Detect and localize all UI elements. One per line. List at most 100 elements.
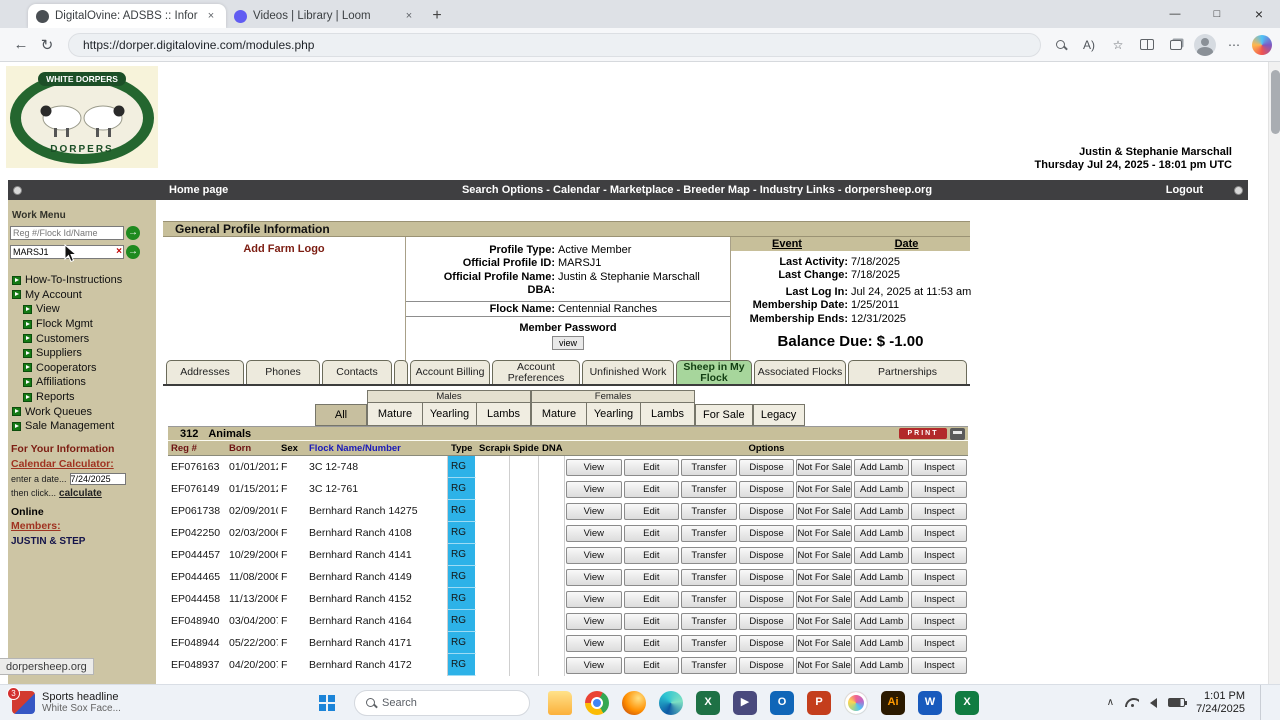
- battery-icon[interactable]: [1168, 698, 1188, 707]
- animal-option-button[interactable]: Add Lamb: [853, 656, 910, 674]
- profile-tab[interactable]: Partnerships: [848, 360, 967, 384]
- tab-close-icon[interactable]: ×: [204, 10, 218, 22]
- animal-option-button[interactable]: Inspect: [911, 612, 968, 630]
- printer-icon[interactable]: [950, 427, 965, 440]
- split-screen-icon[interactable]: [1136, 34, 1158, 56]
- animal-option-button[interactable]: Transfer: [681, 546, 737, 564]
- profile-tab[interactable]: Contacts: [322, 360, 392, 384]
- profile-tab[interactable]: Unfinished Work: [582, 360, 674, 384]
- animal-option-button[interactable]: Dispose: [738, 612, 795, 630]
- sidebar-menu-item[interactable]: View: [8, 302, 156, 317]
- animal-option-button[interactable]: Inspect: [911, 546, 968, 564]
- animal-option-button[interactable]: Inspect: [911, 458, 968, 476]
- animal-option-button[interactable]: Add Lamb: [853, 524, 910, 542]
- animal-option-button[interactable]: Edit: [623, 502, 680, 520]
- animal-option-button[interactable]: Edit: [623, 458, 680, 476]
- nav-link[interactable]: Calendar: [543, 184, 600, 196]
- animal-option-button[interactable]: Add Lamb: [853, 502, 910, 520]
- news-widget[interactable]: 3 Sports headline White Sox Face...: [0, 687, 158, 715]
- animal-option-button[interactable]: Add Lamb: [853, 568, 910, 586]
- animal-option-button[interactable]: Inspect: [911, 634, 968, 652]
- animal-option-button[interactable]: Dispose: [738, 480, 795, 498]
- print-button[interactable]: PRINT: [899, 428, 947, 439]
- profile-tab[interactable]: Account Preferences: [492, 360, 580, 384]
- filter-legacy-button[interactable]: Legacy: [752, 404, 805, 426]
- animal-option-button[interactable]: Transfer: [681, 634, 737, 652]
- sidebar-menu-item[interactable]: Suppliers: [8, 346, 156, 361]
- profile-tab[interactable]: [394, 360, 408, 384]
- profile-id-input[interactable]: [10, 245, 124, 259]
- start-button[interactable]: [310, 688, 344, 718]
- animal-option-button[interactable]: Not For Sale: [796, 546, 852, 564]
- sidebar-menu-item[interactable]: Sale Management: [8, 419, 156, 434]
- flock-search-input[interactable]: [10, 226, 124, 240]
- animal-option-button[interactable]: Not For Sale: [796, 480, 852, 498]
- taskbar-app-icon[interactable]: [659, 690, 683, 715]
- animal-option-button[interactable]: Not For Sale: [796, 458, 852, 476]
- nav-link[interactable]: Marketplace: [600, 184, 673, 196]
- nav-logout-link[interactable]: Logout: [1166, 184, 1203, 196]
- animal-option-button[interactable]: Add Lamb: [853, 458, 910, 476]
- animal-option-button[interactable]: View: [566, 502, 622, 520]
- address-bar[interactable]: https://dorper.digitalovine.com/modules.…: [68, 32, 1041, 57]
- animal-option-button[interactable]: Edit: [623, 656, 680, 674]
- taskbar-clock[interactable]: 1:01 PM 7/24/2025: [1196, 690, 1245, 716]
- animal-option-button[interactable]: Edit: [623, 590, 680, 608]
- add-farm-logo-link[interactable]: Add Farm Logo: [163, 243, 405, 255]
- animal-option-button[interactable]: Not For Sale: [796, 634, 852, 652]
- nav-link[interactable]: dorpersheep.org: [835, 184, 932, 196]
- animal-option-button[interactable]: Add Lamb: [853, 590, 910, 608]
- animal-option-button[interactable]: Transfer: [681, 590, 737, 608]
- animal-option-button[interactable]: Transfer: [681, 480, 737, 498]
- scrollbar-thumb[interactable]: [1270, 70, 1280, 134]
- zoom-icon[interactable]: [1049, 34, 1071, 56]
- profile-tab[interactable]: Phones: [246, 360, 320, 384]
- animal-option-button[interactable]: Not For Sale: [796, 524, 852, 542]
- calc-date-input[interactable]: [69, 472, 126, 485]
- taskbar-app-icon[interactable]: Ai: [881, 690, 905, 715]
- animal-option-button[interactable]: Dispose: [738, 568, 795, 586]
- animal-option-button[interactable]: Transfer: [681, 656, 737, 674]
- animal-option-button[interactable]: Add Lamb: [853, 546, 910, 564]
- animal-option-button[interactable]: Transfer: [681, 458, 737, 476]
- volume-icon[interactable]: [1150, 697, 1158, 708]
- refresh-icon[interactable]: ↻: [34, 32, 60, 58]
- taskbar-app-icon[interactable]: [844, 690, 868, 715]
- profile-tab[interactable]: Account Billing: [410, 360, 490, 384]
- sidebar-menu-item[interactable]: How-To-Instructions: [8, 273, 156, 288]
- animal-option-button[interactable]: Edit: [623, 546, 680, 564]
- animal-option-button[interactable]: View: [566, 634, 622, 652]
- filter-forsale-button[interactable]: For Sale: [695, 404, 753, 426]
- animal-option-button[interactable]: View: [566, 568, 622, 586]
- tab-close-icon[interactable]: ×: [402, 10, 416, 22]
- favorites-star-icon[interactable]: ☆: [1107, 34, 1129, 56]
- password-view-button[interactable]: view: [552, 336, 584, 350]
- settings-ellipsis-icon[interactable]: ⋯: [1223, 34, 1245, 56]
- navbar-right-toggle-icon[interactable]: [1234, 185, 1243, 195]
- animal-option-button[interactable]: Dispose: [738, 524, 795, 542]
- sidebar-menu-item[interactable]: Affiliations: [8, 375, 156, 390]
- nav-link[interactable]: Industry Links: [750, 184, 835, 196]
- taskbar-search[interactable]: Search: [354, 689, 530, 716]
- profile-tab[interactable]: Addresses: [166, 360, 244, 384]
- animal-option-button[interactable]: Edit: [623, 480, 680, 498]
- navbar-left-toggle-icon[interactable]: [13, 185, 22, 195]
- taskbar-app-icon[interactable]: ▶: [733, 690, 757, 715]
- nav-home-link[interactable]: Home page: [169, 184, 228, 196]
- taskbar-app-icon[interactable]: [622, 690, 646, 715]
- taskbar-app-icon[interactable]: X: [955, 690, 979, 715]
- clear-search-icon[interactable]: ×: [116, 245, 122, 259]
- filter-button[interactable]: Mature: [532, 403, 586, 425]
- animal-option-button[interactable]: Dispose: [738, 634, 795, 652]
- animal-option-button[interactable]: Not For Sale: [796, 590, 852, 608]
- animal-option-button[interactable]: Not For Sale: [796, 656, 852, 674]
- copilot-icon[interactable]: [1252, 34, 1272, 55]
- animal-option-button[interactable]: Add Lamb: [853, 634, 910, 652]
- sidebar-menu-item[interactable]: My Account: [8, 288, 156, 303]
- animal-option-button[interactable]: Not For Sale: [796, 612, 852, 630]
- read-aloud-icon[interactable]: A): [1078, 34, 1100, 56]
- filter-button[interactable]: Mature: [368, 403, 422, 425]
- animal-option-button[interactable]: Inspect: [911, 502, 968, 520]
- animal-option-button[interactable]: View: [566, 590, 622, 608]
- calendar-calculator-link[interactable]: Calendar Calculator:: [11, 458, 156, 470]
